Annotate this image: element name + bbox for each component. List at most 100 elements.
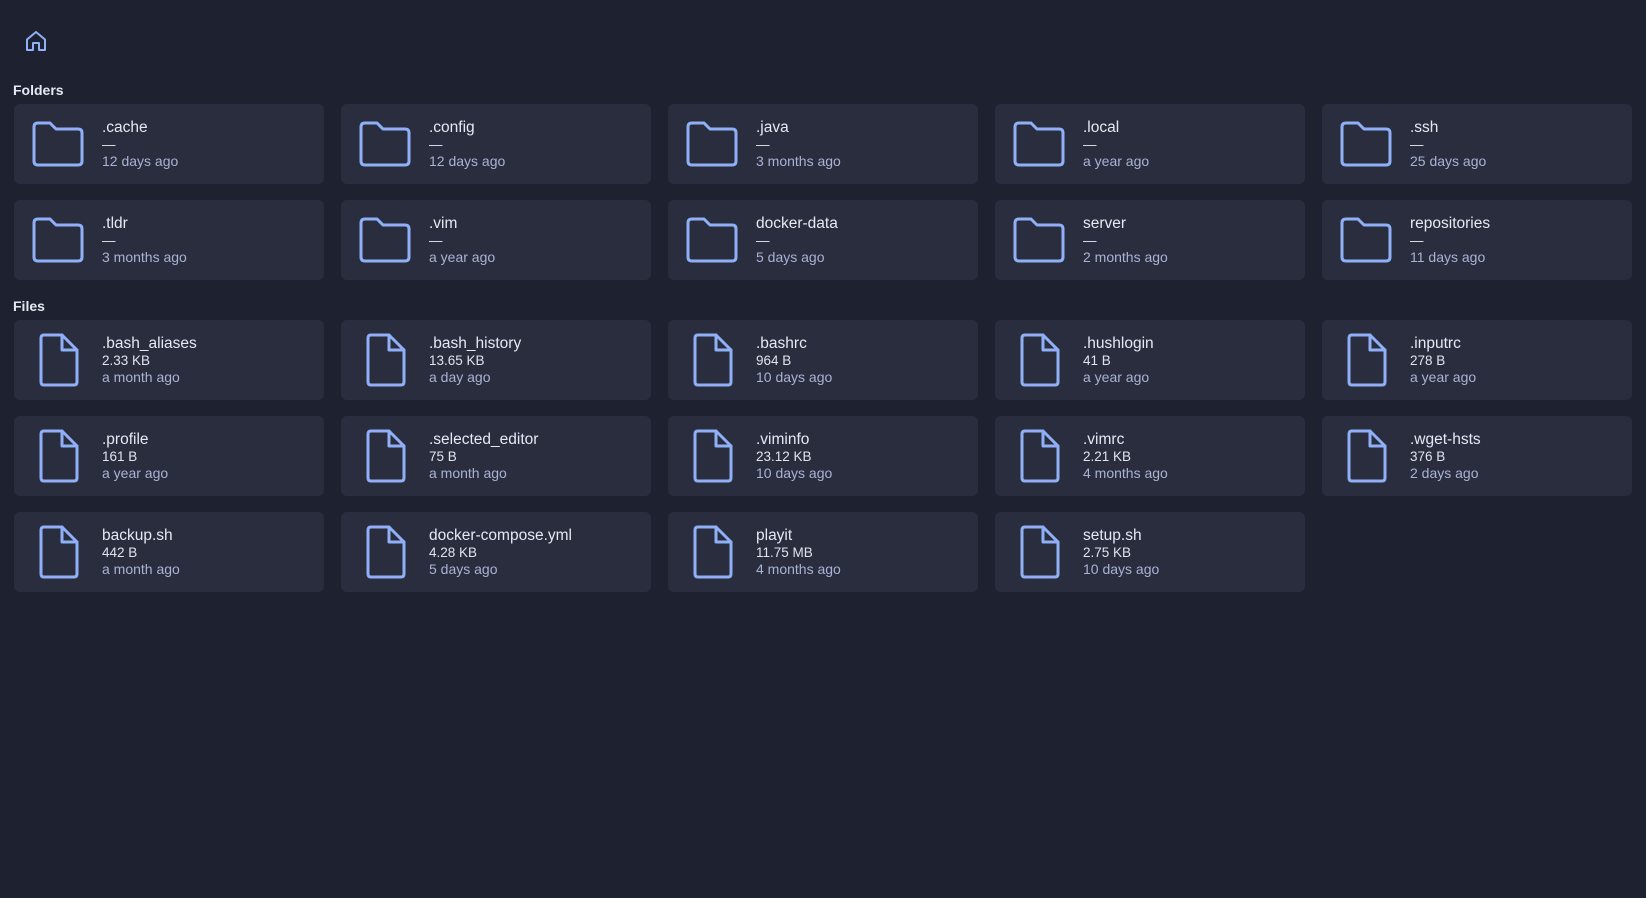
- file-date: 2 days ago: [1410, 464, 1479, 481]
- file-date: a month ago: [102, 368, 180, 385]
- file-size: 75 B: [429, 448, 457, 464]
- folder-name: .ssh: [1410, 118, 1439, 136]
- folder-name: server: [1083, 214, 1127, 232]
- folder-date: 12 days ago: [102, 152, 179, 169]
- file-icon: [995, 428, 1083, 484]
- folder-name: .java: [756, 118, 789, 136]
- folder-icon: [995, 119, 1083, 169]
- folder-card[interactable]: .vim — a year ago: [341, 200, 651, 280]
- folder-icon: [14, 119, 102, 169]
- file-card[interactable]: backup.sh 442 Ba month ago: [14, 512, 324, 592]
- folder-date: a year ago: [429, 248, 496, 265]
- file-icon: [668, 428, 756, 484]
- file-icon: [668, 332, 756, 388]
- file-icon: [341, 332, 429, 388]
- file-icon: [341, 428, 429, 484]
- file-name: .profile: [102, 430, 149, 448]
- file-date: 4 months ago: [1083, 464, 1168, 481]
- file-card[interactable]: setup.sh 2.75 KB 10 days ago: [995, 512, 1305, 592]
- folder-meta: docker-data —5 days ago: [756, 215, 838, 266]
- file-icon: [995, 524, 1083, 580]
- folder-name: .vim: [429, 214, 458, 232]
- file-card[interactable]: docker-compose.yml 4.28 KB 5 days ago: [341, 512, 651, 592]
- file-card[interactable]: .vimrc 2.21 KB 4 months ago: [995, 416, 1305, 496]
- folder-size: —: [429, 232, 443, 248]
- file-card[interactable]: .bash_aliases 2.33 KB a month ago: [14, 320, 324, 400]
- folder-card[interactable]: .local — a year ago: [995, 104, 1305, 184]
- folder-date: 5 days ago: [756, 248, 825, 265]
- file-icon: [1322, 428, 1410, 484]
- file-meta: .profile 161 Ba year ago: [102, 431, 168, 482]
- file-meta: setup.sh 2.75 KB 10 days ago: [1083, 527, 1159, 578]
- folder-meta: .config —12 days ago: [429, 119, 505, 170]
- file-icon: [14, 428, 102, 484]
- file-meta: .viminfo 23.12 KB 10 days ago: [756, 431, 832, 482]
- folders-heading: Folders: [13, 82, 64, 98]
- folder-icon: [341, 119, 429, 169]
- files-grid: .bash_aliases 2.33 KB a month ago .bash_his…: [0, 320, 1646, 592]
- folder-date: 3 months ago: [756, 152, 841, 169]
- files-section: Files .bash_aliases 2.33 KB a month ago .ba…: [0, 292, 1646, 592]
- file-name: .inputrc: [1410, 334, 1461, 352]
- file-card[interactable]: .bash_history 13.65 KB a day ago: [341, 320, 651, 400]
- folder-icon: [1322, 215, 1410, 265]
- folder-icon: [668, 215, 756, 265]
- file-meta: docker-compose.yml 4.28 KB 5 days ago: [429, 527, 572, 578]
- file-date: 5 days ago: [429, 560, 498, 577]
- file-size: 4.28 KB: [429, 544, 478, 560]
- home-button[interactable]: [22, 27, 50, 55]
- file-icon: [668, 524, 756, 580]
- folder-size: —: [756, 232, 770, 248]
- folder-icon: [341, 215, 429, 265]
- file-name: setup.sh: [1083, 526, 1142, 544]
- folder-size: —: [756, 136, 770, 152]
- folder-size: —: [102, 136, 116, 152]
- folder-card[interactable]: .tldr —3 months ago: [14, 200, 324, 280]
- folder-meta: .vim — a year ago: [429, 215, 495, 266]
- folder-icon: [1322, 119, 1410, 169]
- folder-size: —: [429, 136, 443, 152]
- file-name: backup.sh: [102, 526, 173, 544]
- file-card[interactable]: .bashrc 964 B 10 days ago: [668, 320, 978, 400]
- folder-card[interactable]: repositories —11 days ago: [1322, 200, 1632, 280]
- file-meta: .selected_editor 75 Ba month ago: [429, 431, 538, 482]
- file-name: .viminfo: [756, 430, 810, 448]
- folder-card[interactable]: docker-data —5 days ago: [668, 200, 978, 280]
- folders-section: Folders .cache —12 days ago .config —12 day…: [0, 76, 1646, 280]
- file-card[interactable]: .profile 161 Ba year ago: [14, 416, 324, 496]
- folder-card[interactable]: .cache —12 days ago: [14, 104, 324, 184]
- file-name: .vimrc: [1083, 430, 1125, 448]
- file-size: 13.65 KB: [429, 352, 485, 368]
- folder-name: .local: [1083, 118, 1120, 136]
- file-size: 2.33 KB: [102, 352, 151, 368]
- folder-meta: .ssh —25 days ago: [1410, 119, 1486, 170]
- file-date: a year ago: [102, 464, 169, 481]
- file-size: 278 B: [1410, 352, 1446, 368]
- folder-icon: [995, 215, 1083, 265]
- file-size: 964 B: [756, 352, 792, 368]
- file-card[interactable]: .wget-hsts 376 B2 days ago: [1322, 416, 1632, 496]
- folder-card[interactable]: server —2 months ago: [995, 200, 1305, 280]
- file-date: 10 days ago: [756, 464, 833, 481]
- file-card[interactable]: .viminfo 23.12 KB 10 days ago: [668, 416, 978, 496]
- folder-meta: server —2 months ago: [1083, 215, 1168, 266]
- file-name: .hushlogin: [1083, 334, 1154, 352]
- folder-card[interactable]: .config —12 days ago: [341, 104, 651, 184]
- file-date: a month ago: [429, 464, 507, 481]
- folder-meta: .java —3 months ago: [756, 119, 841, 170]
- file-icon: [341, 524, 429, 580]
- file-date: 10 days ago: [756, 368, 833, 385]
- folder-icon: [14, 215, 102, 265]
- file-icon: [1322, 332, 1410, 388]
- file-size: 23.12 KB: [756, 448, 812, 464]
- file-card[interactable]: .inputrc 278 Ba year ago: [1322, 320, 1632, 400]
- file-name: .bash_history: [429, 334, 522, 352]
- folder-date: 25 days ago: [1410, 152, 1487, 169]
- folder-card[interactable]: .ssh —25 days ago: [1322, 104, 1632, 184]
- file-card[interactable]: .hushlogin 41 Ba year ago: [995, 320, 1305, 400]
- folder-card[interactable]: .java —3 months ago: [668, 104, 978, 184]
- file-card[interactable]: playit 11.75 MB 4 months ago: [668, 512, 978, 592]
- folder-size: —: [1083, 232, 1097, 248]
- file-card[interactable]: .selected_editor 75 Ba month ago: [341, 416, 651, 496]
- folder-name: .tldr: [102, 214, 128, 232]
